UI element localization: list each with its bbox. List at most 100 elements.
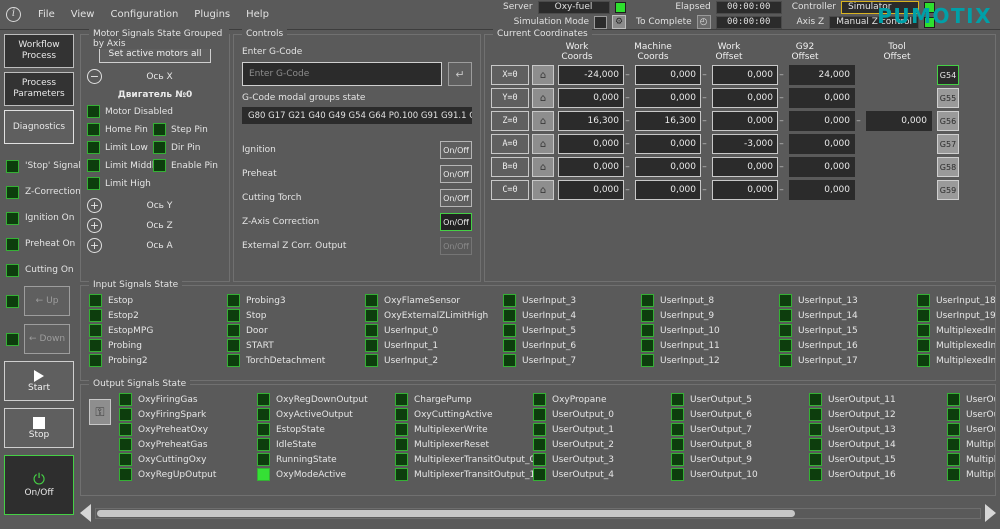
ignition-onoff-button[interactable]: On/Off [440,141,472,159]
preheat-onoff-button[interactable]: On/Off [440,165,472,183]
signal-led [257,408,270,421]
machine-coords-value[interactable]: 0,000 [635,180,701,200]
work-offset-button-g54[interactable]: G54 [937,65,959,85]
axis-a-header[interactable]: + Ось A [87,238,229,253]
axis-x-header[interactable]: − Ось X [87,69,229,84]
work-offset-button-g56[interactable]: G56 [937,111,959,131]
menu-item-configuration[interactable]: Configuration [102,6,186,23]
collapse-icon[interactable]: − [87,69,102,84]
menu-item-plugins[interactable]: Plugins [186,6,238,23]
sidebar-tab-workflow-process[interactable]: Workflow Process [4,34,74,68]
sidebar-tab-process-parameters[interactable]: Process Parameters [4,72,74,106]
jog-up-label: Up [46,296,59,306]
work-coords-value[interactable]: 0,000 [558,134,624,154]
home-icon[interactable]: ⌂ [532,134,554,154]
power-onoff-button[interactable]: ⏻ On/Off [4,455,74,515]
expand-icon[interactable]: + [87,218,102,233]
machine-coords-value[interactable]: 0,000 [635,65,701,85]
start-button[interactable]: Start [4,361,74,401]
menu-item-help[interactable]: Help [238,6,277,23]
work-offset-value[interactable]: 0,000 [712,65,778,85]
work-offset-value[interactable]: 0,000 [712,111,778,131]
indicator-cutting-on: Cutting On [6,262,78,278]
signal-label: EstopMPG [108,325,154,336]
jog-down-button[interactable]: ← Down [24,324,70,354]
work-offset-button-g59[interactable]: G59 [937,180,959,200]
axis-zero-button-a[interactable]: A=0 [491,134,529,154]
axis-zero-button-y[interactable]: Y=0 [491,88,529,108]
scroll-right-arrow-icon[interactable] [985,504,996,522]
server-value[interactable]: Oxy-fuel [537,0,610,14]
signal-label: UserOutput_12 [828,409,896,420]
axis-zero-button-z[interactable]: Z=0 [491,111,529,131]
cutting-torch-onoff-button[interactable]: On/Off [440,189,472,207]
cutting-on-led [6,263,19,277]
pumotix-logo: PUMOTIX [877,4,992,28]
dash-separator: – [625,185,630,195]
signal-label: MultiplexerTransitOutput_1 [414,469,536,480]
axis-zero-button-b[interactable]: B=0 [491,157,529,177]
g92-offset-value[interactable]: 0,000 [789,180,855,200]
signal-led [395,423,408,436]
gcode-input[interactable]: Enter G-Code [242,62,442,86]
gcode-submit-button[interactable]: ↵ [448,62,472,86]
horizontal-scrollbar[interactable] [80,502,996,524]
home-icon[interactable]: ⌂ [532,180,554,200]
pin-dir: Dir Pin [153,141,219,154]
signal-useroutput_13: UserOutput_13 [809,422,947,437]
expand-icon[interactable]: + [87,198,102,213]
scrollbar-track[interactable] [95,507,981,519]
gear-icon[interactable]: ⚙ [612,15,626,29]
sidebar-tab-diagnostics[interactable]: Diagnostics [4,110,74,144]
work-coords-value[interactable]: 0,000 [558,157,624,177]
clock-icon[interactable]: ◴ [696,15,711,29]
work-offset-button-g57[interactable]: G57 [937,134,959,154]
work-offset-value[interactable]: 0,000 [712,157,778,177]
signal-column: UserOutput_5 UserOutput_6 UserOutput_7 User… [671,392,809,482]
g92-offset-value[interactable]: 0,000 [789,88,855,108]
machine-coords-value[interactable]: 0,000 [635,157,701,177]
g92-offset-value[interactable]: 24,000 [789,65,855,85]
work-offset-value[interactable]: 0,000 [712,88,778,108]
home-icon[interactable]: ⌂ [532,111,554,131]
home-icon[interactable]: ⌂ [532,65,554,85]
lock-icon[interactable]: ⚿ [89,399,111,425]
signal-multiplexeraddr_0: MultiplexerAddr_0 [947,437,995,452]
work-coords-value[interactable]: 0,000 [558,180,624,200]
scroll-left-arrow-icon[interactable] [80,504,91,522]
jog-up-button[interactable]: ← Up [24,286,70,316]
coordinate-row: A=0 ⌂ 0,000–0,000– -3,000–0,000 G57 [491,134,995,154]
axis-zero-button-c[interactable]: C=0 [491,180,529,200]
tool-offset-value[interactable]: 0,000 [866,111,932,131]
z-axis-correction-onoff-button[interactable]: On/Off [440,213,472,231]
work-coords-value[interactable]: 0,000 [558,88,624,108]
signal-label: Estop2 [108,310,139,321]
machine-coords-value[interactable]: 0,000 [635,134,701,154]
menu-item-view[interactable]: View [63,6,103,23]
menu-item-file[interactable]: File [30,6,63,23]
work-offset-button-g58[interactable]: G58 [937,157,959,177]
signal-oxyfiringgas: OxyFiringGas [119,392,257,407]
g92-offset-value[interactable]: 0,000 [789,157,855,177]
info-icon[interactable]: i [6,6,21,22]
work-coords-value[interactable]: -24,000 [558,65,624,85]
g92-offset-value[interactable]: 0,000 [789,134,855,154]
machine-coords-value[interactable]: 0,000 [635,88,701,108]
axis-zero-button-x[interactable]: X=0 [491,65,529,85]
home-icon[interactable]: ⌂ [532,157,554,177]
simulation-mode-toggle[interactable] [594,15,607,29]
axis-y-header[interactable]: + Ось Y [87,198,229,213]
stop-button[interactable]: Stop [4,408,74,448]
work-offset-value[interactable]: -3,000 [712,134,778,154]
work-offset-value[interactable]: 0,000 [712,180,778,200]
signal-led [365,354,378,367]
signal-led [119,393,132,406]
g92-offset-value[interactable]: 0,000 [789,111,855,131]
machine-coords-value[interactable]: 16,300 [635,111,701,131]
work-coords-value[interactable]: 16,300 [558,111,624,131]
scrollbar-thumb[interactable] [97,509,796,517]
home-icon[interactable]: ⌂ [532,88,554,108]
expand-icon[interactable]: + [87,238,102,253]
axis-z-header[interactable]: + Ось Z [87,218,229,233]
work-offset-button-g55[interactable]: G55 [937,88,959,108]
